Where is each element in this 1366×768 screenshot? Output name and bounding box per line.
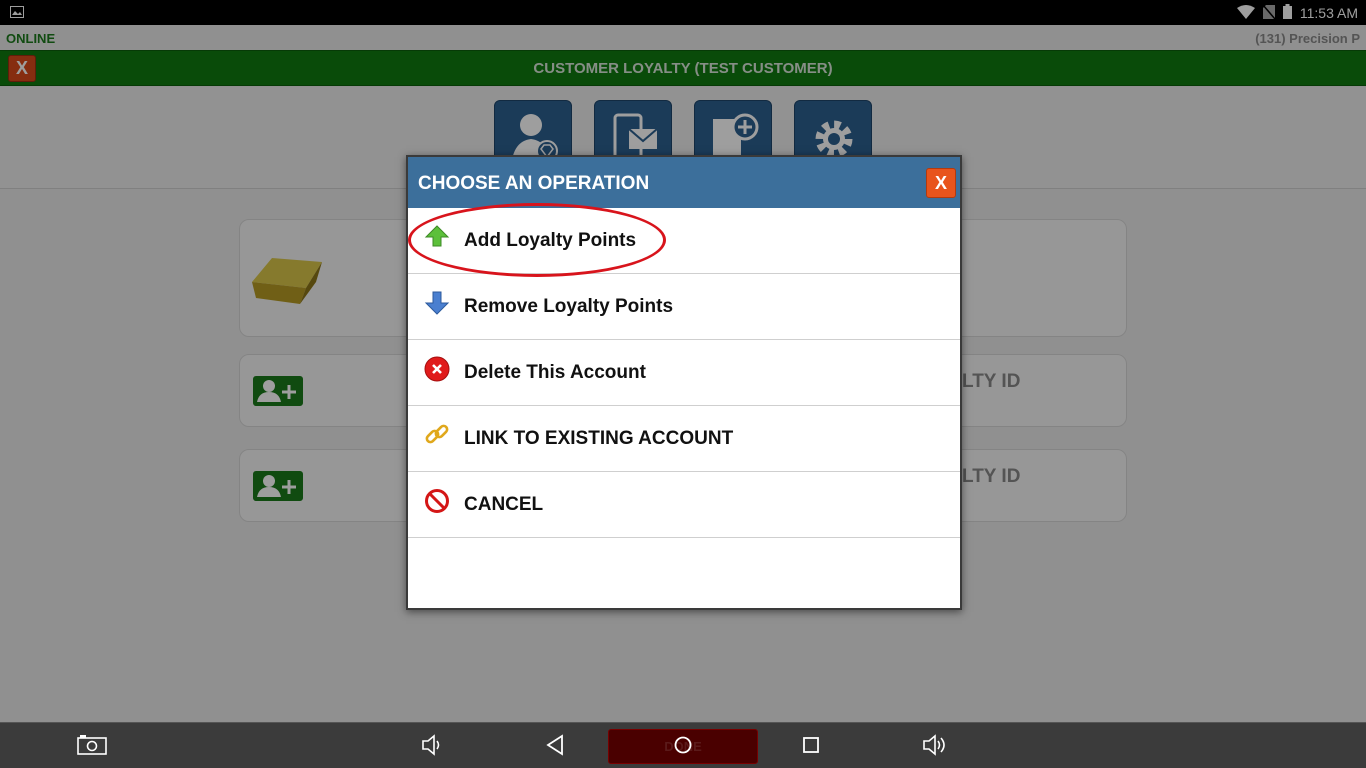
volume-down-icon[interactable]	[421, 734, 443, 761]
volume-up-icon[interactable]	[922, 734, 948, 761]
operation-label: CANCEL	[464, 494, 544, 515]
dialog-close-button[interactable]: X	[926, 168, 956, 198]
delete-red-icon	[424, 356, 450, 382]
recent-apps-icon[interactable]	[801, 734, 821, 761]
highlight-annotation	[408, 203, 666, 277]
back-icon[interactable]	[545, 734, 565, 761]
operation-remove-loyalty-points[interactable]: Remove Loyalty Points	[408, 274, 960, 340]
dialog-header: CHOOSE AN OPERATION X	[408, 157, 960, 208]
operation-label: Remove Loyalty Points	[464, 296, 674, 317]
dialog-title: CHOOSE AN OPERATION	[418, 173, 650, 194]
screenshot-icon[interactable]	[77, 734, 107, 761]
choose-operation-dialog: CHOOSE AN OPERATION X Add Loyalty Points…	[406, 155, 962, 610]
operation-label: LINK TO EXISTING ACCOUNT	[464, 428, 734, 449]
arrow-down-blue-icon	[424, 290, 450, 316]
android-navigation-bar: DONE	[0, 722, 1366, 768]
chain-link-icon	[424, 422, 450, 448]
operation-delete-account[interactable]: Delete This Account	[408, 340, 960, 406]
no-symbol-icon	[424, 488, 450, 514]
operation-label: Delete This Account	[464, 362, 646, 383]
operation-cancel[interactable]: CANCEL	[408, 472, 960, 538]
home-icon[interactable]	[673, 734, 693, 761]
operation-link-existing-account[interactable]: LINK TO EXISTING ACCOUNT	[408, 406, 960, 472]
